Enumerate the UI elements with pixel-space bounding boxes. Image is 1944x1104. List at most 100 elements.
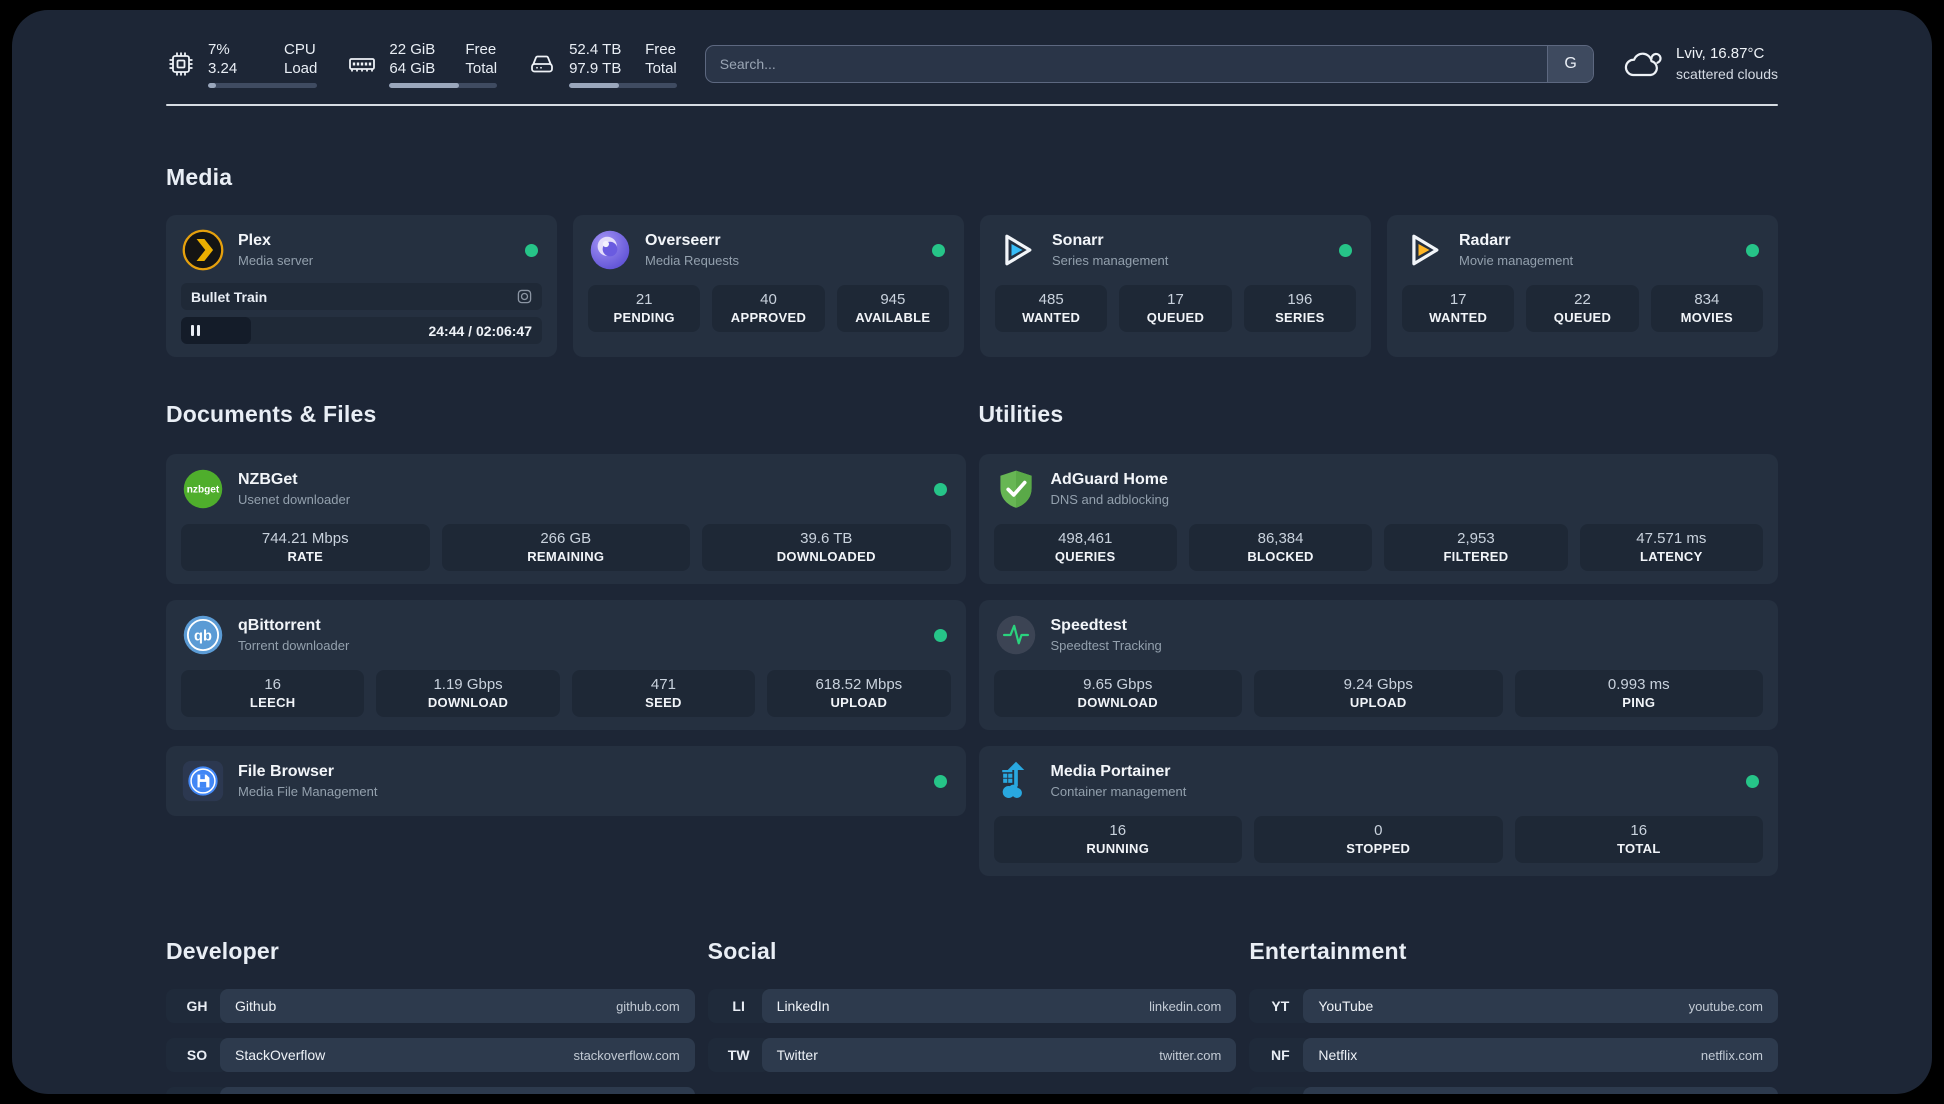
cpu-load-label: Load (284, 60, 318, 77)
bookmark-url: github.com (616, 998, 680, 1014)
stat-tile: 16 TOTAL (1514, 816, 1763, 863)
speedtest-card[interactable]: Speedtest Speedtest Tracking 9.65 Gbps D… (978, 600, 1778, 730)
app-subtitle: Usenet downloader (238, 492, 351, 507)
stat-label: QUEUED (1553, 310, 1612, 325)
filebrowser-card[interactable]: File Browser Media File Management (166, 746, 966, 816)
status-dot (525, 243, 538, 257)
app-title: Media Portainer (1050, 763, 1171, 780)
stat-tile: 945 AVAILABLE (836, 285, 949, 332)
sonarr-card[interactable]: Sonarr Series management 485 WANTED 17 Q… (980, 215, 1371, 357)
stat-value: 16 (264, 676, 282, 693)
portainer-card[interactable]: Media Portainer Container management 16 … (978, 746, 1778, 876)
stat-value: 618.52 Mbps (815, 676, 903, 693)
stat-tile: 21 PENDING (588, 285, 701, 332)
playback-time: 24:44 / 02:06:47 (428, 322, 532, 339)
bookmark-url: netflix.com (1700, 1047, 1763, 1063)
now-playing-row: Bullet Train (181, 283, 542, 310)
stat-value: 21 (635, 291, 653, 308)
stat-tile: 9.24 Gbps UPLOAD (1254, 670, 1503, 717)
bookmark-github[interactable]: GH Github github.com (166, 989, 695, 1023)
bookmark-name: Netflix (1318, 1047, 1358, 1063)
stat-label: PENDING (613, 310, 675, 325)
bookmark-abbr: LI (707, 989, 770, 1023)
stat-tile: 1.19 Gbps DOWNLOAD (376, 670, 560, 717)
pause-icon (191, 325, 200, 336)
bookmark-abbr: SO (166, 1038, 228, 1072)
stat-label: PING (1622, 695, 1656, 710)
stat-value: 0.993 ms (1607, 676, 1670, 693)
bookmark-youtube[interactable]: YT YouTube youtube.com (1249, 989, 1778, 1023)
stat-label: LATENCY (1640, 549, 1703, 564)
stat-value: 834 (1694, 291, 1720, 308)
stat-value: 945 (880, 291, 906, 308)
bookmark-linkedin[interactable]: LI LinkedIn linkedin.com (707, 989, 1237, 1023)
stat-tile: 618.52 Mbps UPLOAD (767, 670, 951, 717)
stat-tile: 196 SERIES (1243, 285, 1356, 332)
qbittorrent-card[interactable]: qb qBittorrent Torrent downloader 16 LEE… (166, 600, 966, 730)
overseerr-card[interactable]: Overseerr Media Requests 21 PENDING 40 A… (573, 215, 964, 357)
disk-free-label: Free (645, 41, 676, 58)
portainer-icon (994, 759, 1038, 803)
app-subtitle: Speedtest Tracking (1050, 638, 1162, 653)
stat-tile: 498,461 QUERIES (993, 524, 1177, 571)
app-title: Plex (238, 232, 271, 249)
search-input[interactable] (705, 46, 1548, 82)
adguard-card[interactable]: AdGuard Home DNS and adblocking 498,461 … (978, 454, 1778, 584)
bookmark-url: stackoverflow.com (573, 1047, 680, 1063)
stat-label: SEED (645, 695, 682, 710)
stat-value: 16 (1630, 822, 1648, 839)
stat-label: UPLOAD (1349, 695, 1407, 710)
now-playing-title: Bullet Train (191, 288, 268, 305)
disk-free-value: 52.4 TB (569, 41, 622, 58)
stat-label: APPROVED (730, 310, 807, 325)
app-subtitle: DNS and adblocking (1050, 492, 1170, 507)
disk-progress-bar (569, 83, 677, 88)
app-subtitle: Series management (1052, 253, 1169, 268)
radarr-card[interactable]: Radarr Movie management 17 WANTED 22 QUE… (1387, 215, 1778, 357)
cpu-usage-value: 7% (208, 41, 230, 58)
stat-label: DOWNLOAD (1077, 695, 1158, 710)
bookmark-url: twitter.com (1159, 1047, 1222, 1063)
plex-card[interactable]: Plex Media server Bullet Train 24:44 / 0… (166, 215, 557, 357)
bookmark-dev[interactable]: DT DEV dev.to (166, 1087, 695, 1094)
weather-condition: scattered clouds (1676, 66, 1778, 82)
stat-value: 485 (1038, 291, 1064, 308)
stat-value: 86,384 (1257, 530, 1304, 547)
stat-value: 40 (760, 291, 777, 308)
app-title: Radarr (1459, 232, 1511, 249)
bookmark-url: linkedin.com (1149, 998, 1222, 1014)
stat-label: FILTERED (1443, 549, 1509, 564)
cpu-stat: 7% 3.24 CPU Load (166, 40, 318, 88)
social-heading: Social (707, 938, 777, 964)
stat-tile: 744.21 Mbps RATE (181, 524, 430, 571)
bookmark-name: Twitter (776, 1047, 818, 1063)
filebrowser-icon (181, 759, 225, 803)
nzbget-card[interactable]: nzbget NZBGet Usenet downloader 744.21 M… (166, 454, 966, 584)
search-provider-button[interactable]: G (1547, 46, 1594, 82)
stat-label: QUEUED (1146, 310, 1205, 325)
bookmark-twitter[interactable]: TW Twitter twitter.com (707, 1038, 1237, 1072)
ram-stat: 22 GiB 64 GiB Free Total (347, 40, 498, 88)
media-heading: Media (166, 164, 233, 190)
bookmark-abbr: YT (1249, 989, 1312, 1023)
bookmark-netflix[interactable]: NF Netflix netflix.com (1249, 1038, 1778, 1072)
bookmark-url: youtube.com (1688, 998, 1763, 1014)
system-stats: 7% 3.24 CPU Load 22 GiB 64 GiB Free Tota… (166, 40, 677, 88)
bookmark-stackoverflow[interactable]: SO StackOverflow stackoverflow.com (166, 1038, 695, 1072)
stat-value: 9.24 Gbps (1343, 676, 1413, 693)
header: 7% 3.24 CPU Load 22 GiB 64 GiB Free Tota… (166, 40, 1778, 88)
app-subtitle: Container management (1050, 784, 1187, 799)
playback-progress-bar[interactable]: 24:44 / 02:06:47 (181, 317, 542, 344)
stat-label: AVAILABLE (855, 310, 931, 325)
header-divider (166, 104, 1778, 106)
entertainment-section: Entertainment YT YouTube youtube.com NF … (1249, 938, 1778, 1094)
stat-label: RATE (287, 549, 324, 564)
bookmark-reddit[interactable]: RE Reddit reddit.com (1249, 1087, 1778, 1094)
stat-value: 266 GB (540, 530, 592, 547)
stat-value: 22 (1574, 291, 1591, 308)
ram-icon (347, 49, 377, 79)
bookmark-name: LinkedIn (776, 998, 830, 1014)
stat-label: UPLOAD (830, 695, 888, 710)
bookmark-abbr: TW (707, 1038, 770, 1072)
app-title: NZBGet (238, 471, 298, 488)
